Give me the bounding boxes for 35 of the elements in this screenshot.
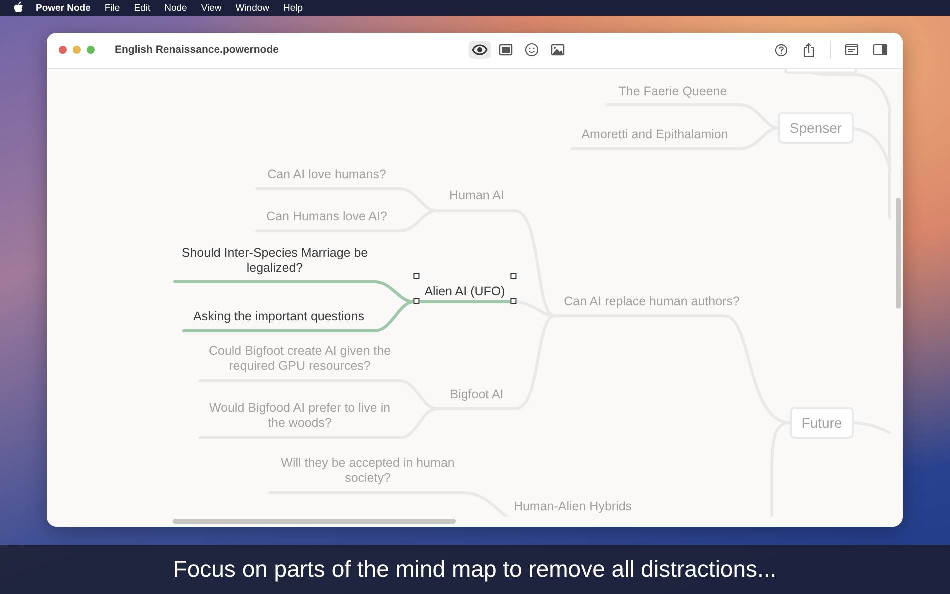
menu-item[interactable]: Help — [284, 2, 304, 14]
node-label[interactable]: Human-Alien Hybrids — [514, 499, 632, 514]
topic-node[interactable]: Spenser — [778, 112, 854, 144]
node-label[interactable]: Can AI replace human authors? — [564, 294, 740, 310]
resize-handle[interactable] — [414, 298, 420, 304]
resize-handle[interactable] — [510, 298, 516, 304]
vertical-scrollbar[interactable] — [896, 198, 901, 309]
menu-item[interactable]: Edit — [134, 2, 151, 14]
node-label[interactable]: Alien AI (UFO) — [414, 273, 516, 304]
menu-item[interactable]: Window — [236, 2, 270, 14]
menu-item[interactable]: Node — [164, 2, 188, 14]
node-label[interactable]: Human AI — [450, 188, 504, 204]
resize-handle[interactable] — [414, 273, 420, 280]
node-label[interactable]: Bigfoot AI — [450, 387, 504, 402]
node-label[interactable]: Could Bigfoot create AI given the required GPU resources? — [200, 344, 400, 374]
menu-item[interactable]: View — [201, 2, 222, 14]
node-label[interactable]: Should Inter-Species Marriage be legalized? — [175, 246, 375, 276]
topic-node[interactable]: Future — [790, 406, 854, 439]
app-menu[interactable]: Power Node — [36, 2, 91, 14]
caption-text: Focus on parts of the mind map to remove all distractions... — [173, 556, 777, 583]
close-button[interactable] — [59, 46, 67, 54]
branch-line — [852, 421, 892, 434]
apple-logo-icon[interactable] — [13, 2, 24, 14]
eye-toolbar-button[interactable] — [468, 41, 491, 60]
node-label[interactable]: The Faerie Queene — [618, 84, 728, 100]
node-label[interactable]: Can Humans love AI? — [266, 209, 388, 224]
resize-handle[interactable] — [510, 273, 516, 280]
node-label[interactable]: Asking the important questions — [194, 309, 364, 324]
node-label[interactable]: Can AI love humans? — [268, 167, 386, 182]
menu-item[interactable]: File — [104, 2, 120, 14]
node-label[interactable]: Amoretti and Epithalamion — [582, 127, 728, 142]
horizontal-scrollbar[interactable] — [173, 519, 456, 524]
node-label[interactable]: Would Bigfood AI prefer to live in the woods? — [200, 400, 400, 431]
window-title: English Renaissance.powernode — [115, 44, 279, 56]
node-label[interactable]: Will they be accepted in human society? — [268, 456, 468, 486]
